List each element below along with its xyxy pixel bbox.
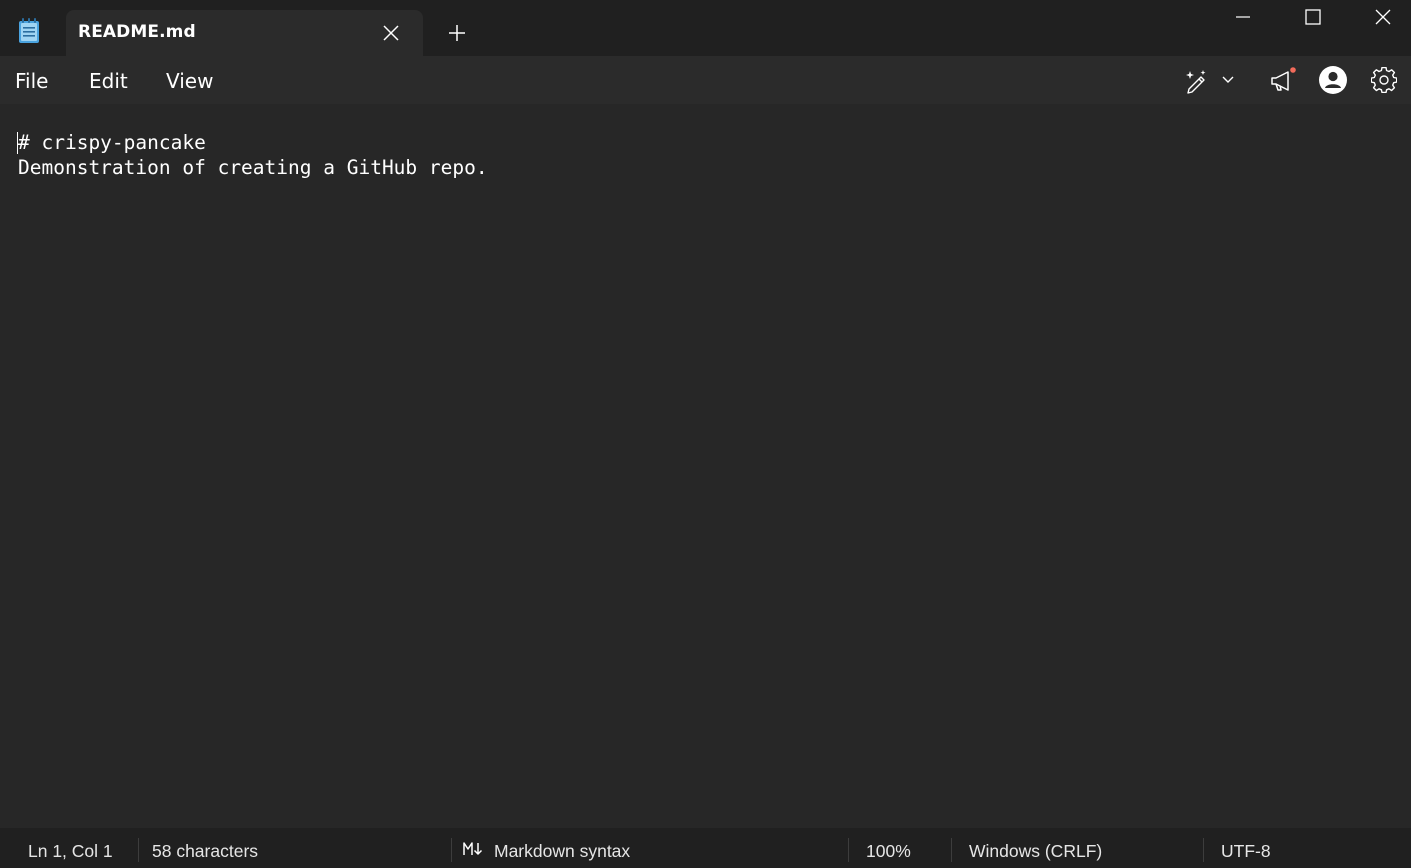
minimize-icon[interactable] bbox=[1232, 6, 1254, 28]
status-divider bbox=[1203, 838, 1204, 862]
status-bar: Ln 1, Col 1 58 characters Markdown synta… bbox=[0, 828, 1411, 868]
status-character-count[interactable]: 58 characters bbox=[152, 841, 258, 862]
status-divider bbox=[951, 838, 952, 862]
gear-icon[interactable] bbox=[1371, 67, 1397, 93]
status-divider bbox=[451, 838, 452, 862]
markdown-icon bbox=[463, 842, 483, 855]
status-zoom[interactable]: 100% bbox=[866, 841, 911, 862]
status-divider bbox=[848, 838, 849, 862]
status-markdown-toggle[interactable]: Markdown syntax bbox=[494, 841, 630, 862]
menu-edit[interactable]: Edit bbox=[89, 69, 128, 93]
notepad-icon bbox=[19, 18, 39, 43]
notepad-window: README.md File Edit View # crispy-pancak… bbox=[0, 0, 1411, 868]
editor-line[interactable]: Demonstration of creating a GitHub repo. bbox=[18, 156, 488, 179]
plus-icon[interactable] bbox=[446, 22, 468, 44]
status-cursor-position[interactable]: Ln 1, Col 1 bbox=[28, 841, 113, 862]
editor-area[interactable]: # crispy-pancake Demonstration of creati… bbox=[0, 104, 1411, 828]
tab-title: README.md bbox=[78, 22, 196, 42]
account-icon[interactable] bbox=[1318, 65, 1348, 95]
tab-readme[interactable]: README.md bbox=[66, 10, 423, 56]
status-divider bbox=[138, 838, 139, 862]
maximize-icon[interactable] bbox=[1302, 6, 1324, 28]
title-bar: README.md bbox=[0, 0, 1411, 56]
close-icon[interactable] bbox=[1372, 6, 1394, 28]
editor-line[interactable]: # crispy-pancake bbox=[18, 131, 206, 154]
menu-view[interactable]: View bbox=[166, 69, 213, 93]
menu-file[interactable]: File bbox=[15, 69, 48, 93]
status-line-ending[interactable]: Windows (CRLF) bbox=[969, 841, 1102, 862]
copilot-rewrite-icon[interactable] bbox=[1183, 68, 1209, 94]
chevron-down-icon[interactable] bbox=[1220, 72, 1236, 88]
status-encoding[interactable]: UTF-8 bbox=[1221, 841, 1271, 862]
megaphone-icon[interactable] bbox=[1268, 67, 1296, 95]
close-icon[interactable] bbox=[380, 22, 402, 44]
